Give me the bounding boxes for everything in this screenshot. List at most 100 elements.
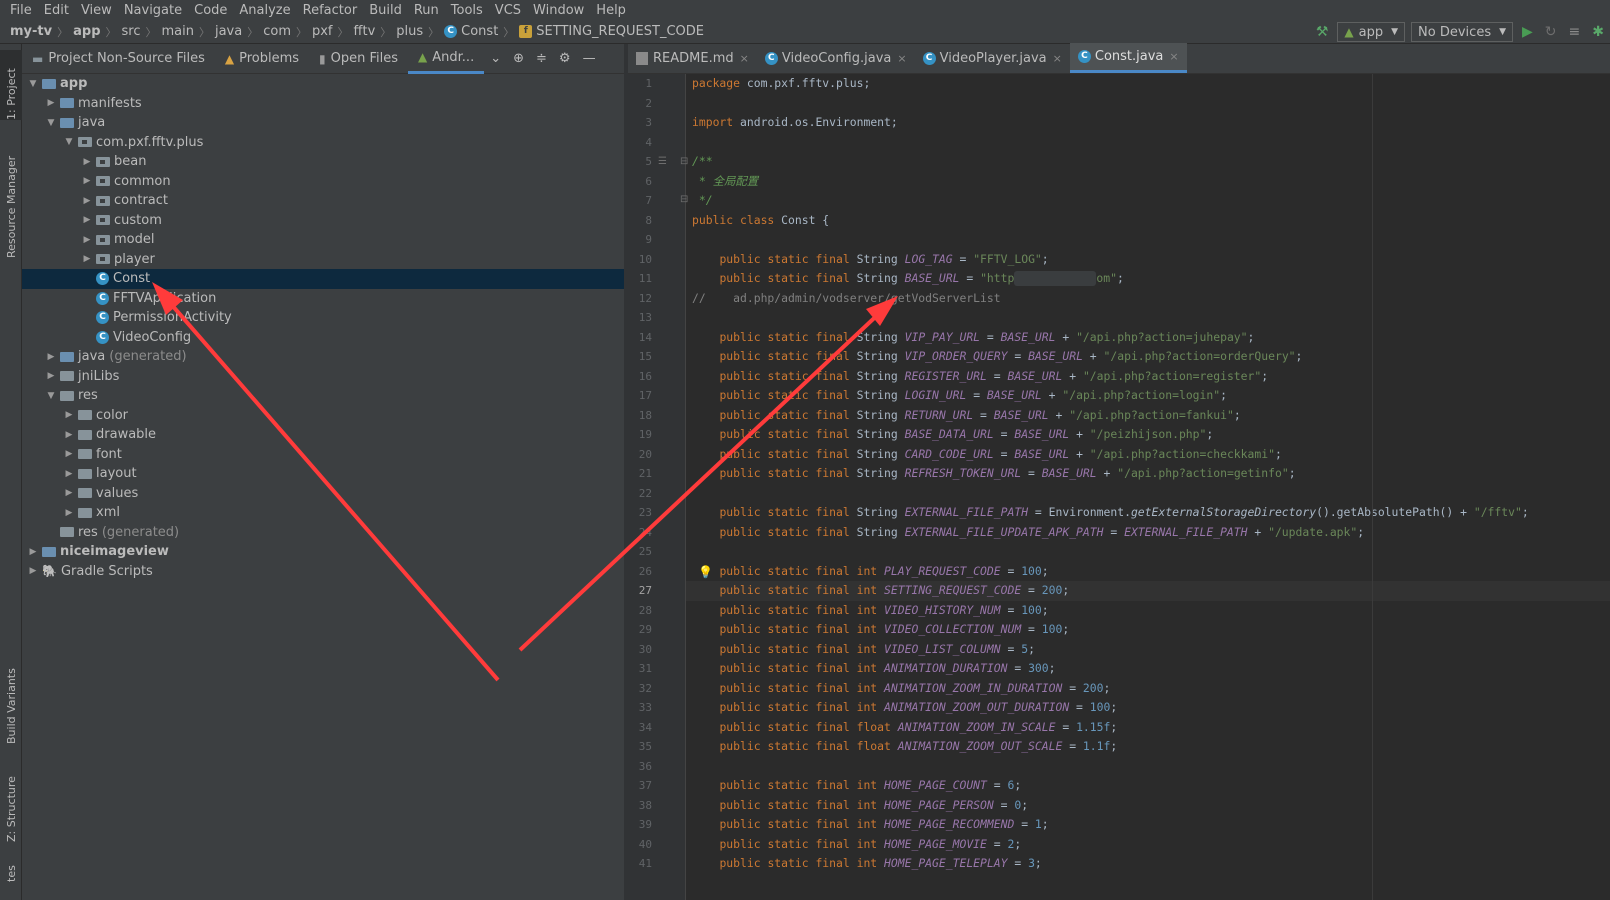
code-line[interactable]: public static final int ANIMATION_ZOOM_I…: [686, 679, 1610, 699]
collapsed-arrow-icon[interactable]: ▶: [62, 469, 76, 479]
code-line[interactable]: public static final String VIP_PAY_URL =…: [686, 328, 1610, 348]
menu-item-help[interactable]: Help: [590, 3, 632, 18]
collapsed-arrow-icon[interactable]: ▶: [80, 215, 94, 225]
code-line[interactable]: [686, 230, 1610, 250]
collapsed-arrow-icon[interactable]: ▶: [62, 449, 76, 459]
close-icon[interactable]: ×: [897, 52, 906, 65]
menu-item-edit[interactable]: Edit: [38, 3, 75, 18]
breadcrumb-item[interactable]: com: [263, 24, 291, 39]
code-line[interactable]: import android.os.Environment;: [686, 113, 1610, 133]
code-line[interactable]: [686, 308, 1610, 328]
minimize-icon[interactable]: —: [583, 51, 596, 66]
locate-crosshair-icon[interactable]: ⊕: [513, 51, 524, 66]
tree-node[interactable]: C Const: [22, 269, 624, 289]
code-line[interactable]: public static final String BASE_DATA_URL…: [686, 425, 1610, 445]
tree-node[interactable]: ▶ 🐘 Gradle Scripts: [22, 562, 624, 582]
tree-node[interactable]: ▶ manifests: [22, 94, 624, 114]
tool-tab-resource-manager[interactable]: Resource Manager: [0, 140, 22, 258]
menu-item-navigate[interactable]: Navigate: [118, 3, 188, 18]
code-line[interactable]: public static final String EXTERNAL_FILE…: [686, 523, 1610, 543]
build-hammer-icon[interactable]: ⚒: [1316, 24, 1329, 40]
code-line[interactable]: public static final int HOME_PAGE_COUNT …: [686, 776, 1610, 796]
collapsed-arrow-icon[interactable]: ▶: [80, 157, 94, 167]
tree-node[interactable]: ▶ java (generated): [22, 347, 624, 367]
tree-node[interactable]: ▶ values: [22, 484, 624, 504]
expanded-arrow-icon[interactable]: ▼: [62, 137, 76, 147]
breadcrumb-item[interactable]: C Const: [444, 24, 498, 39]
code-line[interactable]: public class Const {: [686, 211, 1610, 231]
menu-item-file[interactable]: File: [4, 3, 38, 18]
tool-tab-favorites[interactable]: tes: [0, 860, 22, 882]
collapsed-arrow-icon[interactable]: ▶: [80, 176, 94, 186]
editor-tab[interactable]: README.md ×: [628, 43, 757, 73]
code-line[interactable]: public static final int VIDEO_HISTORY_NU…: [686, 601, 1610, 621]
list-icon[interactable]: ≡: [1569, 24, 1581, 40]
breadcrumb-item[interactable]: main: [161, 24, 193, 39]
tree-node[interactable]: C FFTVApplication: [22, 289, 624, 309]
tree-node[interactable]: ▶ jniLibs: [22, 367, 624, 387]
code-line[interactable]: public static final int VIDEO_COLLECTION…: [686, 620, 1610, 640]
editor-tab[interactable]: C VideoPlayer.java ×: [915, 43, 1070, 73]
tree-node[interactable]: ▼ app: [22, 74, 624, 94]
tree-node[interactable]: ▶ niceimageview: [22, 542, 624, 562]
chevron-down-icon[interactable]: ⌄: [490, 51, 501, 66]
code-line[interactable]: public static final int HOME_PAGE_RECOMM…: [686, 815, 1610, 835]
tree-node[interactable]: ▼ com.pxf.fftv.plus: [22, 133, 624, 153]
expanded-arrow-icon[interactable]: ▼: [44, 118, 58, 128]
tree-node[interactable]: ▶ common: [22, 172, 624, 192]
fold-marker-icon[interactable]: ⊟: [680, 156, 688, 167]
breadcrumb-item[interactable]: src: [122, 24, 141, 39]
menu-item-build[interactable]: Build: [363, 3, 408, 18]
lightbulb-icon[interactable]: 💡: [698, 565, 713, 579]
run-icon[interactable]: ▶: [1522, 24, 1533, 40]
menu-item-vcs[interactable]: VCS: [489, 3, 527, 18]
close-icon[interactable]: ×: [1169, 50, 1178, 63]
code-line[interactable]: public static final String REFRESH_TOKEN…: [686, 464, 1610, 484]
collapsed-arrow-icon[interactable]: ▶: [80, 196, 94, 206]
menu-item-code[interactable]: Code: [188, 3, 233, 18]
gear-icon[interactable]: ⚙: [559, 51, 571, 66]
editor-tab[interactable]: C Const.java ×: [1069, 43, 1187, 73]
menu-item-refactor[interactable]: Refactor: [297, 3, 364, 18]
collapsed-arrow-icon[interactable]: ▶: [44, 98, 58, 108]
tree-node[interactable]: ▼ java: [22, 113, 624, 133]
collapsed-arrow-icon[interactable]: ▶: [62, 508, 76, 518]
code-line[interactable]: [686, 484, 1610, 504]
collapsed-arrow-icon[interactable]: ▶: [44, 371, 58, 381]
tool-tab-build-variants[interactable]: Build Variants: [0, 656, 22, 744]
collapse-all-icon[interactable]: ≑: [536, 51, 547, 66]
code-line[interactable]: [686, 94, 1610, 114]
collapsed-arrow-icon[interactable]: ▶: [80, 254, 94, 264]
code-line[interactable]: /**: [686, 152, 1610, 172]
code-line[interactable]: public static final String LOGIN_URL = B…: [686, 386, 1610, 406]
code-line[interactable]: public static final int VIDEO_LIST_COLUM…: [686, 640, 1610, 660]
expanded-arrow-icon[interactable]: ▼: [26, 79, 40, 89]
code-line[interactable]: public static final int SETTING_REQUEST_…: [686, 581, 1610, 601]
tab-open-files[interactable]: ▮ Open Files: [309, 44, 408, 74]
tree-node[interactable]: res (generated): [22, 523, 624, 543]
tree-node[interactable]: ▶ drawable: [22, 425, 624, 445]
code-line[interactable]: public static final String REGISTER_URL …: [686, 367, 1610, 387]
code-line[interactable]: public static final int PLAY_REQUEST_COD…: [686, 562, 1610, 582]
collapsed-arrow-icon[interactable]: ▶: [62, 410, 76, 420]
breadcrumb-item[interactable]: java: [215, 24, 242, 39]
code-editor[interactable]: 1 2 3 4 5 6 7 8 9 10 11 12 13 14 15 16 17 18 19 20 21 22 23 24 2…: [628, 74, 1610, 900]
code-line[interactable]: public static final String RETURN_URL = …: [686, 406, 1610, 426]
tab-android[interactable]: ▲ Andr...: [408, 44, 485, 74]
debug-bug-icon[interactable]: ✱: [1592, 24, 1604, 40]
tool-tab-project[interactable]: 1: Project: [0, 50, 22, 120]
tree-node[interactable]: C VideoConfig: [22, 328, 624, 348]
tree-node[interactable]: ▶ xml: [22, 503, 624, 523]
expanded-arrow-icon[interactable]: ▼: [44, 391, 58, 401]
code-line[interactable]: [686, 542, 1610, 562]
tree-node[interactable]: C PermissionActivity: [22, 308, 624, 328]
editor-tab[interactable]: C VideoConfig.java ×: [757, 43, 915, 73]
breadcrumb-item[interactable]: pxf: [312, 24, 333, 39]
rerun-icon[interactable]: ↻: [1545, 24, 1557, 40]
device-dropdown[interactable]: No Devices ▼: [1411, 22, 1514, 42]
code-line[interactable]: public static final float ANIMATION_ZOOM…: [686, 718, 1610, 738]
code-line[interactable]: public static final int HOME_PAGE_TELEPL…: [686, 854, 1610, 874]
tree-node[interactable]: ▶ font: [22, 445, 624, 465]
tab-problems[interactable]: ▲ Problems: [215, 44, 309, 74]
breadcrumb-item[interactable]: my-tv: [10, 24, 52, 39]
